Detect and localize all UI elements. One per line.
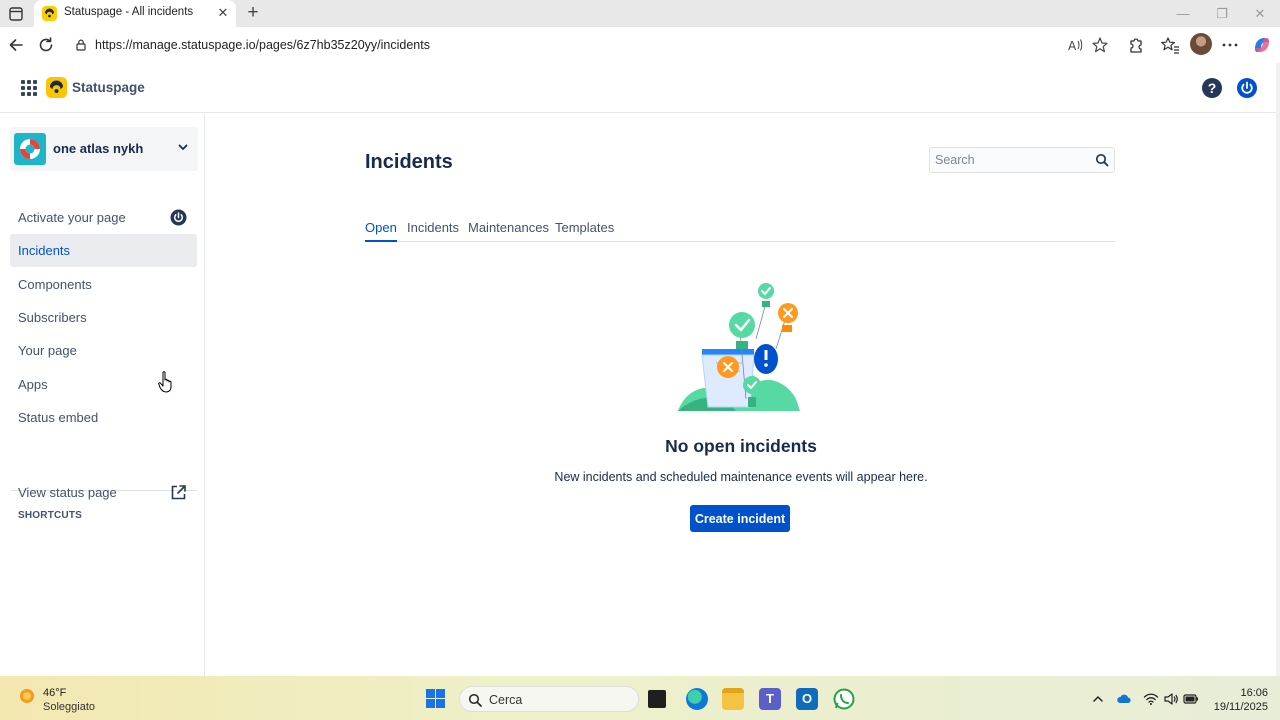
sidebar-item-view-status-page[interactable]: View status page: [10, 476, 197, 509]
statuspage-favicon-icon: [42, 6, 57, 21]
statuspage-app: Statuspage ? one atlas nykh Activate you…: [0, 63, 1276, 676]
extensions-icon[interactable]: [1126, 35, 1146, 55]
clock-date[interactable]: 19/11/2025: [1206, 701, 1268, 713]
external-link-icon: [171, 485, 186, 500]
empty-state-title: No open incidents: [665, 436, 817, 456]
tab-templates[interactable]: Templates: [555, 220, 614, 242]
address-bar[interactable]: https://manage.statuspage.io/pages/6z7hb…: [66, 32, 1118, 58]
profile-avatar[interactable]: [1190, 33, 1212, 55]
edge-browser-icon[interactable]: [686, 688, 708, 710]
page-avatar-lifebuoy-icon: [14, 133, 46, 165]
tab-close-icon[interactable]: ✕: [215, 5, 231, 21]
sun-weather-icon[interactable]: [16, 685, 38, 707]
outlook-icon[interactable]: O: [796, 688, 818, 710]
volume-icon[interactable]: [1163, 691, 1179, 707]
clock-time[interactable]: 16:06: [1232, 687, 1268, 699]
app-switcher-icon[interactable]: [21, 80, 37, 96]
power-icon: [170, 209, 187, 226]
sidebar-item-incidents[interactable]: Incidents: [10, 234, 197, 267]
page-title: Incidents: [365, 151, 453, 173]
minimize-button[interactable]: —: [1171, 4, 1195, 24]
sidebar: one atlas nykh Activate your page Incide…: [0, 114, 205, 676]
app-name[interactable]: Statuspage: [72, 80, 145, 95]
browser-tab[interactable]: Statuspage - All incidents ✕: [34, 0, 236, 27]
reload-icon[interactable]: [36, 35, 56, 55]
app-header: Statuspage ?: [0, 63, 1276, 113]
chevron-down-icon[interactable]: [177, 141, 189, 153]
sidebar-item-your-page[interactable]: Your page: [10, 334, 197, 367]
sidebar-item-label: Activate your page: [18, 210, 126, 225]
onedrive-cloud-icon[interactable]: [1116, 691, 1132, 707]
svg-text:A: A: [1068, 39, 1077, 53]
chevron-up-icon[interactable]: [1090, 691, 1106, 707]
main-content: Incidents Open Incidents Maintenances Te…: [206, 114, 1276, 676]
search-icon[interactable]: [1095, 153, 1109, 167]
weather-temperature[interactable]: 46°F: [43, 687, 66, 699]
search-box[interactable]: [929, 147, 1115, 173]
tab-incidents[interactable]: Incidents: [407, 220, 459, 242]
windows-start-icon[interactable]: [426, 689, 445, 708]
battery-icon[interactable]: [1183, 691, 1199, 707]
incident-tabs: Open Incidents Maintenances Templates: [365, 220, 1115, 242]
url-text[interactable]: https://manage.statuspage.io/pages/6z7hb…: [95, 38, 430, 52]
tab-maintenances[interactable]: Maintenances: [468, 220, 549, 242]
search-input[interactable]: [930, 148, 1090, 172]
favorite-star-icon[interactable]: [1091, 36, 1109, 54]
sidebar-item-components[interactable]: Components: [10, 268, 197, 301]
wifi-icon[interactable]: [1143, 691, 1159, 707]
sidebar-item-label: Status embed: [18, 410, 99, 425]
help-icon[interactable]: ?: [1202, 78, 1222, 98]
search-icon: [468, 693, 482, 707]
statuspage-logo-icon[interactable]: [46, 77, 67, 98]
taskbar-search[interactable]: Cerca: [459, 686, 639, 712]
restore-button[interactable]: ❐: [1210, 4, 1234, 24]
more-options-icon[interactable]: [1220, 35, 1240, 55]
shortcuts-heading: SHORTCUTS: [18, 510, 83, 521]
sidebar-item-label: Apps: [18, 377, 48, 392]
browser-toolbar: https://manage.statuspage.io/pages/6z7hb…: [0, 27, 1280, 63]
windows-taskbar: 46°F Soleggiato Cerca T O 16:06 19/11/20…: [0, 676, 1280, 720]
power-icon[interactable]: [1236, 77, 1258, 99]
browser-tab-strip: Statuspage - All incidents ✕ + — ❐ ✕: [0, 0, 1280, 27]
whatsapp-icon[interactable]: [833, 688, 855, 710]
weather-description[interactable]: Soleggiato: [43, 701, 95, 713]
close-window-button[interactable]: ✕: [1248, 4, 1272, 24]
page-name[interactable]: one atlas nykh: [53, 141, 143, 156]
sidebar-item-label: Subscribers: [18, 310, 87, 325]
sidebar-item-activate-your-page[interactable]: Activate your page: [10, 201, 197, 234]
page-scrollbar[interactable]: [1276, 63, 1280, 676]
sidebar-item-label: Components: [18, 277, 92, 292]
back-arrow-icon[interactable]: [6, 35, 26, 55]
sidebar-item-status-embed[interactable]: Status embed: [10, 401, 197, 434]
hand-cursor-icon: [158, 371, 172, 393]
sidebar-item-label: Your page: [18, 343, 77, 358]
taskbar-search-label: Cerca: [489, 693, 523, 707]
tab-title: Statuspage - All incidents: [64, 6, 194, 18]
file-explorer-icon[interactable]: [722, 688, 744, 710]
sidebar-item-label: Incidents: [18, 243, 71, 258]
sidebar-toggle-icon[interactable]: [6, 4, 26, 24]
teams-icon[interactable]: T: [759, 688, 781, 710]
page-switcher[interactable]: one atlas nykh: [10, 127, 198, 171]
read-aloud-icon[interactable]: A: [1066, 36, 1084, 54]
lock-icon[interactable]: [74, 38, 88, 52]
empty-state-balloons-illustration: [678, 283, 800, 411]
empty-state-description: New incidents and scheduled maintenance …: [554, 470, 928, 484]
tab-open[interactable]: Open: [365, 220, 397, 242]
sidebar-item-subscribers[interactable]: Subscribers: [10, 301, 197, 334]
new-tab-button[interactable]: +: [243, 3, 263, 23]
sidebar-item-label: View status page: [18, 485, 117, 500]
favorites-icon[interactable]: [1160, 35, 1180, 55]
copilot-icon[interactable]: [1252, 35, 1272, 55]
create-incident-button[interactable]: Create incident: [690, 505, 790, 532]
task-view-icon[interactable]: [648, 690, 666, 708]
